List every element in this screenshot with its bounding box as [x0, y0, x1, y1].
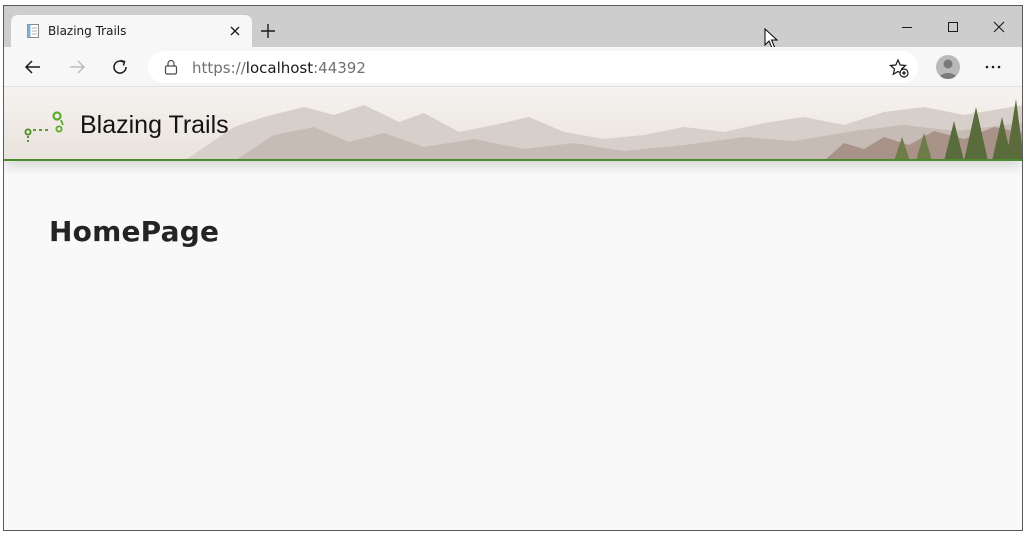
refresh-icon — [113, 59, 127, 74]
site-header-banner: Blazing Trails — [4, 87, 1022, 161]
page-icon — [27, 24, 39, 38]
browser-toolbar: https://localhost:44392 — [4, 47, 1022, 87]
browser-tab[interactable]: Blazing Trails — [11, 15, 252, 47]
back-button[interactable] — [22, 56, 44, 78]
address-bar[interactable]: https://localhost:44392 — [148, 51, 918, 83]
browser-window: Blazing Trails https://localhost:44392 B… — [3, 5, 1023, 531]
url-text[interactable]: https://localhost:44392 — [192, 59, 366, 77]
forward-arrow-icon — [70, 60, 86, 74]
profile-avatar-icon[interactable] — [936, 55, 960, 79]
url-scheme: https:// — [192, 59, 246, 77]
refresh-button[interactable] — [109, 56, 131, 78]
forward-button[interactable] — [66, 56, 88, 78]
back-arrow-icon — [24, 60, 40, 74]
tab-title: Blazing Trails — [48, 24, 127, 38]
trail-logo-icon — [24, 111, 64, 142]
close-window-button[interactable] — [976, 12, 1022, 42]
close-icon — [993, 21, 1005, 33]
page-content: Blazing Trails HomePage — [4, 87, 1022, 530]
page-title: HomePage — [49, 215, 220, 248]
url-host: localhost — [245, 59, 314, 77]
maximize-icon — [948, 22, 958, 32]
more-options-icon[interactable] — [982, 56, 1004, 78]
maximize-button[interactable] — [930, 12, 976, 42]
close-tab-icon[interactable] — [227, 23, 243, 39]
favorite-star-icon[interactable] — [888, 57, 910, 79]
minimize-button[interactable] — [884, 12, 930, 42]
tab-strip: Blazing Trails — [4, 6, 1022, 49]
url-port: :44392 — [313, 59, 366, 77]
minimize-icon — [902, 27, 912, 28]
plus-icon[interactable] — [259, 22, 277, 40]
brand-name[interactable]: Blazing Trails — [80, 111, 229, 140]
lock-icon[interactable] — [164, 59, 178, 75]
